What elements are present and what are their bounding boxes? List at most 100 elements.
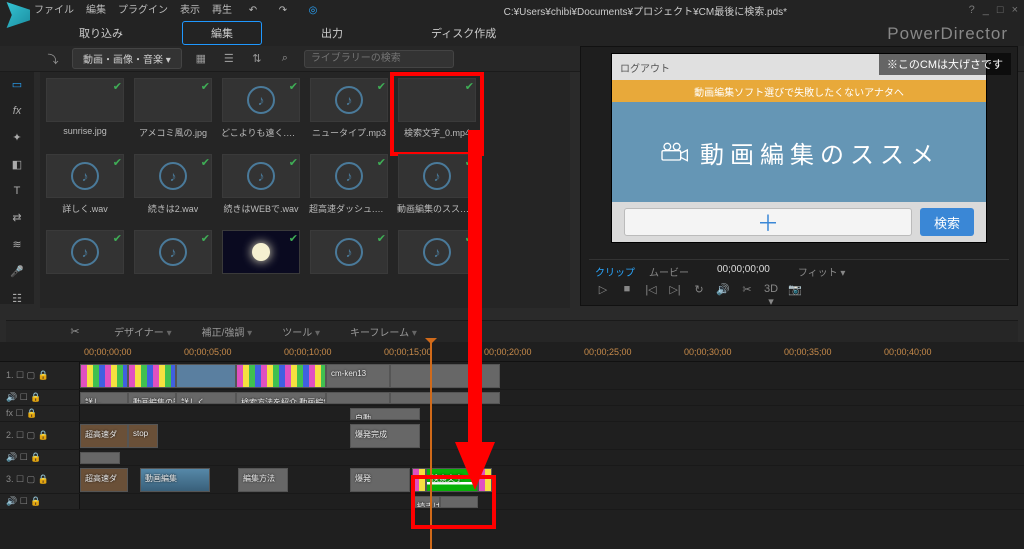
menu-file[interactable]: ファイル <box>34 1 74 19</box>
loop-button[interactable]: ↻ <box>691 283 707 308</box>
timeline-clip[interactable]: 超高速ダ <box>80 424 128 448</box>
timeline-clip[interactable] <box>390 392 500 404</box>
cloud-icon[interactable]: ◎ <box>304 1 322 19</box>
media-item[interactable]: ♪✔ <box>396 230 478 302</box>
prev-frame-button[interactable]: |◁ <box>643 283 659 308</box>
track-header[interactable]: 🔊 ☐ 🔒 <box>0 450 80 465</box>
timeline-clip[interactable] <box>80 364 128 388</box>
title-room-icon[interactable]: T <box>8 185 26 197</box>
media-item[interactable]: ♪✔詳しく.wav <box>44 154 126 226</box>
tools-menu[interactable]: ツール <box>282 324 320 339</box>
timeline-track[interactable]: 1. ☐ ▢ 🔒 cm-ken13 <box>0 362 1024 390</box>
maximize-button[interactable]: □ <box>997 4 1004 16</box>
menu-plugin[interactable]: プラグイン <box>118 1 168 19</box>
sort-icon[interactable]: ⇅ <box>248 50 266 68</box>
three-d-button[interactable]: 3D ▾ <box>763 283 779 308</box>
library-search-input[interactable] <box>304 50 454 68</box>
tab-produce[interactable]: 出力 <box>292 21 372 45</box>
media-item[interactable]: ✔sunrise.jpg <box>44 78 126 150</box>
timeline-clip[interactable] <box>128 364 176 388</box>
track-header[interactable]: 3. ☐ ▢ 🔒 <box>0 466 80 493</box>
designer-menu[interactable]: デザイナー <box>114 324 172 339</box>
pip-room-icon[interactable]: ◧ <box>8 158 26 171</box>
track-header[interactable]: 🔊 ☐ 🔒 <box>0 390 80 405</box>
preview-tab-clip[interactable]: クリップ <box>595 264 635 279</box>
timeline-clip[interactable]: 爆発完成 <box>350 424 420 448</box>
menu-edit[interactable]: 編集 <box>86 1 106 19</box>
undo-icon[interactable]: ↶ <box>244 1 262 19</box>
timeline-clip[interactable] <box>390 364 500 388</box>
camera-button[interactable]: 📷 <box>787 283 803 308</box>
timeline-clip[interactable] <box>80 452 120 464</box>
timeline-clip[interactable]: 動画編集の開 <box>128 392 176 404</box>
track-header[interactable]: 🔊 ☐ 🔒 <box>0 494 80 509</box>
play-button[interactable]: ▷ <box>595 283 611 308</box>
tab-capture[interactable]: 取り込み <box>50 21 152 45</box>
timeline-track[interactable]: fx ☐ 🔒 自動 <box>0 406 1024 422</box>
timeline-clip[interactable]: 自動 <box>350 408 420 420</box>
timeline-clip[interactable]: 動画編集 <box>140 468 210 492</box>
timeline-ruler[interactable]: 00;00;00;0000;00;05;0000;00;10;0000;00;1… <box>0 342 1024 362</box>
tab-edit[interactable]: 編集 <box>182 21 262 45</box>
timeline[interactable]: 00;00;00;0000;00;05;0000;00;10;0000;00;1… <box>0 342 1024 549</box>
media-filter-select[interactable]: 動画・画像・音楽 ▾ <box>72 48 182 69</box>
preview-fit-select[interactable]: フィット ▾ <box>798 264 846 279</box>
timeline-clip[interactable]: 編集方法 <box>238 468 288 492</box>
timeline-clip[interactable]: 詳しく <box>176 392 236 404</box>
timeline-clip[interactable]: stop <box>128 424 158 448</box>
audio-room-icon[interactable]: ≋ <box>8 238 26 251</box>
track-header[interactable]: fx ☐ 🔒 <box>0 406 80 421</box>
close-button[interactable]: × <box>1012 4 1018 16</box>
timeline-track[interactable]: 2. ☐ ▢ 🔒超高速ダstop 爆発完成 <box>0 422 1024 450</box>
scissors-icon[interactable]: ✂ <box>66 323 84 341</box>
keyframe-menu[interactable]: キーフレーム <box>350 324 417 339</box>
snapshot-button[interactable]: ✂ <box>739 283 755 308</box>
fx-room-icon[interactable]: fx <box>8 105 26 117</box>
menu-view[interactable]: 表示 <box>180 1 200 19</box>
filter-icon[interactable]: ⌕ <box>276 50 294 68</box>
timeline-clip[interactable]: 詳し <box>80 392 128 404</box>
timeline-clip[interactable]: cm-ken13 <box>326 364 390 388</box>
grid-icon[interactable]: ▦ <box>192 50 210 68</box>
media-item[interactable]: ✔検索文字_0.mp4 <box>396 78 478 150</box>
media-item[interactable]: ♪✔続きはWEBで.wav <box>220 154 302 226</box>
track-header[interactable]: 2. ☐ ▢ 🔒 <box>0 422 80 449</box>
timeline-track[interactable]: 🔊 ☐ 🔒詳し動画編集の開詳しく検索方法を紹介 動画編集 <box>0 390 1024 406</box>
minimize-button[interactable]: _ <box>983 4 989 16</box>
timeline-clip[interactable]: 超高速ダ <box>80 468 128 492</box>
media-item[interactable]: ♪✔ <box>132 230 214 302</box>
import-icon[interactable]: ⤵ <box>44 50 62 68</box>
subtitle-room-icon[interactable]: ☷ <box>8 292 26 305</box>
fix-enhance-menu[interactable]: 補正/強調 <box>202 324 253 339</box>
next-frame-button[interactable]: ▷| <box>667 283 683 308</box>
transition-room-icon[interactable]: ⇄ <box>8 211 26 224</box>
media-item[interactable]: ✔ <box>220 230 302 302</box>
media-item[interactable]: ♪✔動画編集のススメ.wav <box>396 154 478 226</box>
redo-icon[interactable]: ↷ <box>274 1 292 19</box>
tab-disc[interactable]: ディスク作成 <box>402 21 525 45</box>
media-item[interactable]: ♪✔続きは2.wav <box>132 154 214 226</box>
timeline-track[interactable]: 🔊 ☐ 🔒続きは2 <box>0 494 1024 510</box>
timeline-track[interactable]: 3. ☐ ▢ 🔒超高速ダ動画編集編集方法爆発検索文字 <box>0 466 1024 494</box>
timeline-clip[interactable] <box>176 364 236 388</box>
timeline-clip[interactable]: 検索方法を紹介 動画編集 <box>236 392 326 404</box>
timeline-clip[interactable] <box>326 392 390 404</box>
track-header[interactable]: 1. ☐ ▢ 🔒 <box>0 362 80 389</box>
timeline-clip[interactable] <box>236 364 326 388</box>
particle-room-icon[interactable]: ✦ <box>8 131 26 144</box>
media-room-icon[interactable]: ▭ <box>8 78 26 91</box>
media-item[interactable]: ♪✔ニュータイプ.mp3 <box>308 78 390 150</box>
media-item[interactable]: ♪✔ <box>44 230 126 302</box>
list-icon[interactable]: ☰ <box>220 50 238 68</box>
timeline-track[interactable]: 🔊 ☐ 🔒 <box>0 450 1024 466</box>
media-item[interactable]: ♪✔超高速ダッシュ.mp3 <box>308 154 390 226</box>
stop-button[interactable]: ■ <box>619 283 635 308</box>
menu-play[interactable]: 再生 <box>212 1 232 19</box>
preview-tab-movie[interactable]: ムービー <box>649 264 689 279</box>
media-item[interactable]: ♪✔どこよりも遠く.wav <box>220 78 302 150</box>
media-item[interactable]: ♪✔ <box>308 230 390 302</box>
main-menu[interactable]: ファイル 編集 プラグイン 表示 再生 ↶ ↷ ◎ <box>6 1 322 19</box>
volume-icon[interactable]: 🔊 <box>715 283 731 308</box>
timeline-clip[interactable]: 爆発 <box>350 468 410 492</box>
media-item[interactable]: ✔アメコミ風の.jpg <box>132 78 214 150</box>
